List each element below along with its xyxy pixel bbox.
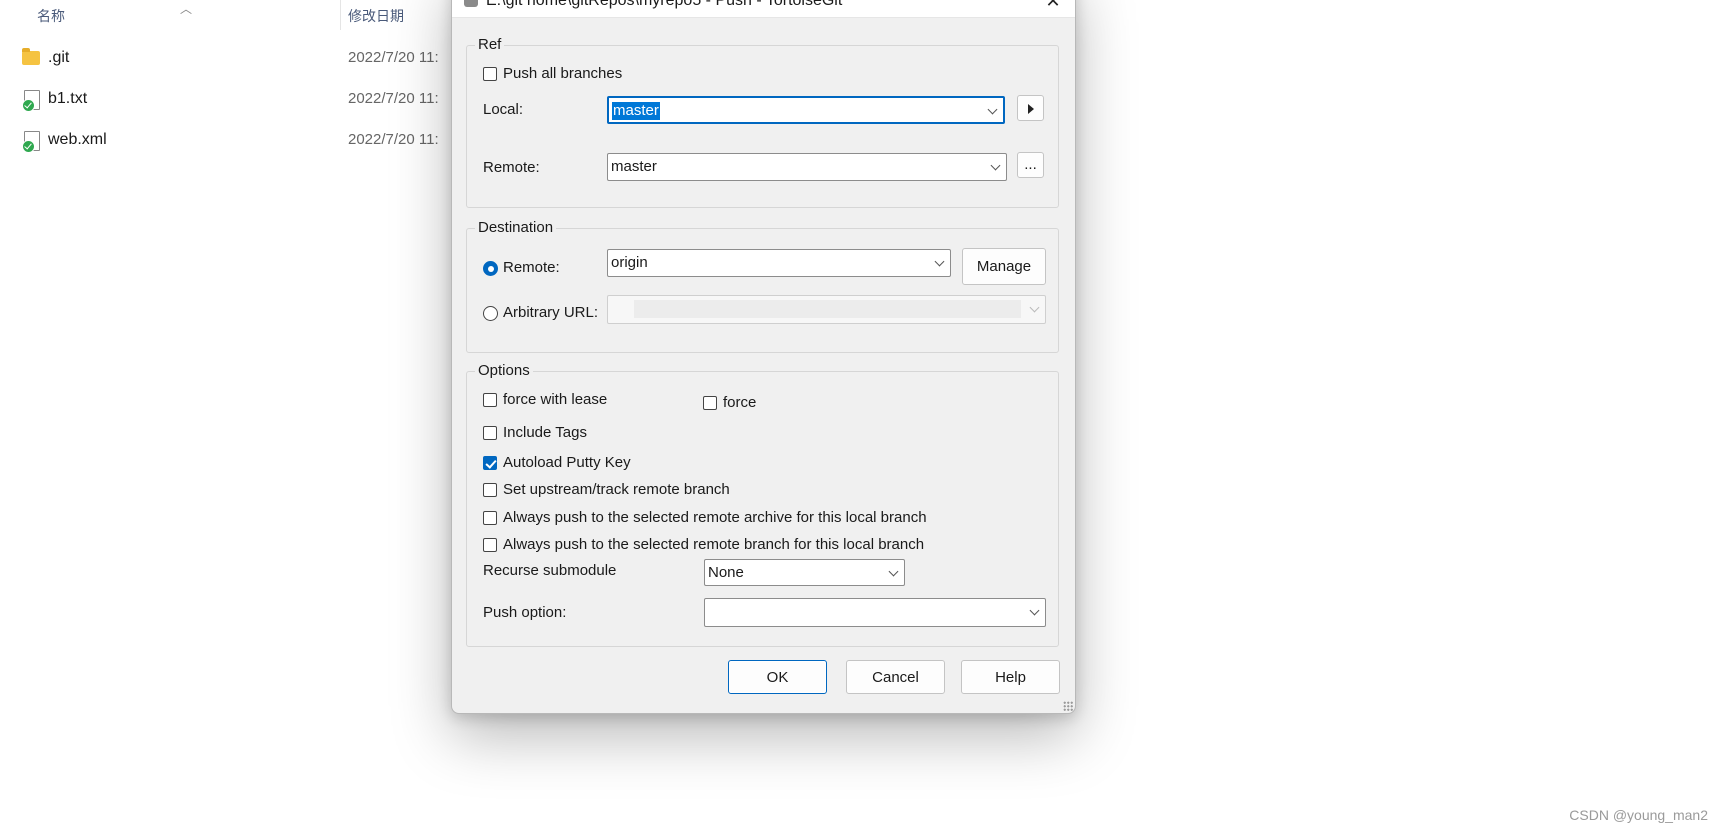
- folder-icon: [22, 48, 40, 65]
- force-checkbox[interactable]: [703, 396, 717, 410]
- remote-branch-value: master: [611, 158, 657, 175]
- watermark: CSDN @young_man2: [1569, 807, 1708, 823]
- cancel-button[interactable]: Cancel: [846, 660, 945, 694]
- set-upstream-label[interactable]: Set upstream/track remote branch: [503, 480, 730, 500]
- recurse-submodule-value: None: [708, 564, 744, 581]
- column-header-modified[interactable]: 修改日期: [348, 0, 404, 32]
- chevron-down-icon[interactable]: [1029, 605, 1040, 616]
- recurse-submodule-label: Recurse submodule: [483, 562, 617, 579]
- include-tags-checkbox[interactable]: [483, 426, 497, 440]
- chevron-down-icon[interactable]: [934, 256, 945, 267]
- column-header-name[interactable]: 名称: [37, 0, 65, 32]
- file-row[interactable]: .git 2022/7/20 11:: [22, 44, 482, 72]
- file-modified: 2022/7/20 11:: [348, 131, 439, 148]
- help-button[interactable]: Help: [961, 660, 1060, 694]
- push-option-label: Push option:: [483, 604, 567, 621]
- options-group-label: Options: [475, 361, 533, 381]
- always-push-archive-label[interactable]: Always push to the selected remote archi…: [503, 508, 927, 528]
- arbitrary-url-label[interactable]: Arbitrary URL:: [503, 303, 598, 323]
- set-upstream-checkbox[interactable]: [483, 483, 497, 497]
- file-row[interactable]: b1.txt 2022/7/20 11:: [22, 85, 482, 113]
- ok-button[interactable]: OK: [728, 660, 827, 694]
- chevron-down-icon[interactable]: [1029, 302, 1040, 313]
- git-file-icon: [22, 90, 40, 112]
- chevron-down-icon[interactable]: [888, 566, 899, 577]
- file-row[interactable]: web.xml 2022/7/20 11:: [22, 126, 482, 154]
- destination-group: Destination Remote: origin Manage Arbitr…: [466, 218, 1059, 353]
- triangle-right-icon: [1028, 104, 1034, 114]
- arbitrary-url-combo[interactable]: [607, 295, 1046, 324]
- push-all-branches-checkbox[interactable]: [483, 67, 497, 81]
- dialog-titlebar[interactable]: E:\git home\gitRepos\myrepo5 - Push - To…: [452, 0, 1075, 18]
- remote-radio-label[interactable]: Remote:: [503, 258, 560, 278]
- ref-group-label: Ref: [475, 35, 505, 55]
- include-tags-label[interactable]: Include Tags: [503, 423, 587, 443]
- close-icon: ✕: [1045, 0, 1061, 11]
- ref-group: Ref Push all branches Local: master Remo…: [466, 35, 1059, 208]
- autoload-putty-key-checkbox[interactable]: [483, 456, 497, 470]
- chevron-down-icon[interactable]: [990, 160, 1001, 171]
- arbitrary-url-radio[interactable]: [483, 306, 498, 321]
- file-modified: 2022/7/20 11:: [348, 90, 439, 107]
- git-file-icon: [22, 131, 40, 153]
- remote-label: Remote:: [483, 159, 540, 176]
- remote-branch-combo[interactable]: master: [607, 153, 1007, 181]
- manage-button[interactable]: Manage: [962, 248, 1046, 285]
- local-branch-combo[interactable]: master: [607, 96, 1005, 124]
- tortoisegit-icon: [464, 0, 478, 7]
- remote-radio[interactable]: [483, 261, 498, 276]
- file-name: .git: [48, 49, 70, 66]
- autoload-putty-key-label[interactable]: Autoload Putty Key: [503, 453, 631, 473]
- remote-branch-browse-button[interactable]: ...: [1017, 152, 1044, 178]
- local-branch-value: master: [612, 102, 660, 120]
- force-with-lease-checkbox[interactable]: [483, 393, 497, 407]
- always-push-branch-checkbox[interactable]: [483, 538, 497, 552]
- file-modified: 2022/7/20 11:: [348, 49, 439, 66]
- sort-chevron-icon: ︿: [180, 2, 193, 16]
- screen: 名称 ︿ 修改日期 .git 2022/7/20 11: b1.txt 2022…: [0, 0, 1720, 829]
- resize-grip-icon[interactable]: [1063, 701, 1073, 711]
- arbitrary-url-value: [634, 300, 1021, 318]
- always-push-archive-checkbox[interactable]: [483, 511, 497, 525]
- recurse-submodule-combo[interactable]: None: [704, 559, 905, 586]
- file-name: web.xml: [48, 131, 107, 148]
- remote-combo[interactable]: origin: [607, 249, 951, 277]
- push-dialog: E:\git home\gitRepos\myrepo5 - Push - To…: [451, 0, 1076, 714]
- remote-value: origin: [611, 254, 648, 271]
- options-group: Options force with lease force Include T…: [466, 361, 1059, 647]
- local-branch-menu-button[interactable]: [1017, 95, 1044, 121]
- close-button[interactable]: ✕: [1041, 0, 1065, 13]
- push-all-branches-label[interactable]: Push all branches: [503, 64, 622, 84]
- chevron-down-icon[interactable]: [987, 104, 998, 115]
- destination-group-label: Destination: [475, 218, 557, 238]
- force-with-lease-label[interactable]: force with lease: [503, 390, 607, 410]
- force-label[interactable]: force: [723, 393, 756, 413]
- dialog-title: E:\git home\gitRepos\myrepo5 - Push - To…: [486, 0, 843, 9]
- push-option-combo[interactable]: [704, 598, 1046, 627]
- always-push-branch-label[interactable]: Always push to the selected remote branc…: [503, 535, 924, 555]
- file-name: b1.txt: [48, 90, 88, 107]
- column-divider[interactable]: [340, 0, 341, 30]
- local-label: Local:: [483, 101, 524, 118]
